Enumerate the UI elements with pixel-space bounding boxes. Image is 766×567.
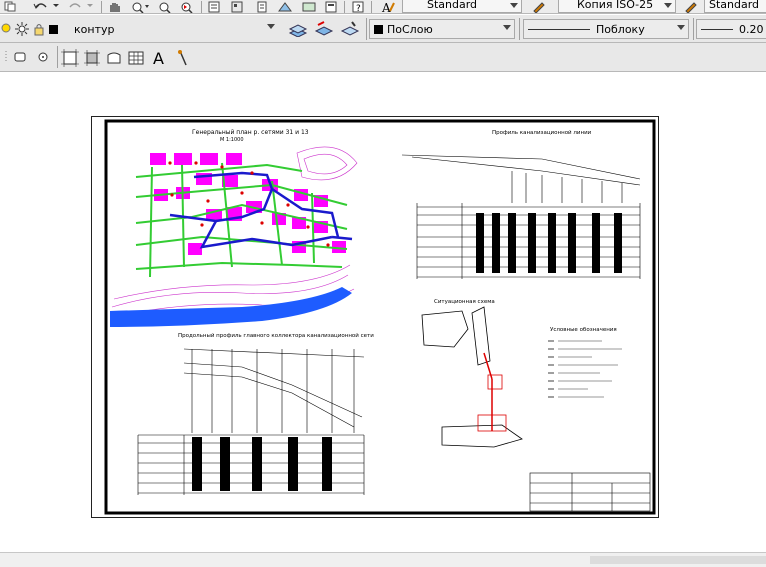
dim-style-select[interactable]: Копия ISO-25 xyxy=(558,0,676,13)
layer-value: контур xyxy=(74,22,115,36)
region-icon[interactable] xyxy=(34,48,52,66)
zoom-window-icon[interactable] xyxy=(155,0,175,13)
sheet-set-icon[interactable] xyxy=(276,0,294,13)
boundary-icon[interactable] xyxy=(104,48,124,68)
layer-walk-icon[interactable] xyxy=(338,19,362,39)
title-block xyxy=(529,472,651,512)
drawing-content: Генеральный план р. сетями 31 и 13 М 1:1… xyxy=(104,119,656,515)
lineweight-select[interactable]: 0.20 м xyxy=(696,19,766,39)
redo-icon[interactable] xyxy=(66,0,96,13)
text-style-select[interactable]: Standard xyxy=(402,0,522,13)
zoom-realtime-icon[interactable] xyxy=(128,0,152,13)
linetype-select[interactable]: Поблоку xyxy=(523,19,689,39)
copy-icon[interactable] xyxy=(2,0,18,13)
profile-title: Профиль канализационной линии xyxy=(492,129,592,136)
toolbar-draw-tools: A xyxy=(0,43,766,72)
text-style-icon[interactable]: A xyxy=(378,0,398,13)
help-icon[interactable]: ? xyxy=(350,0,366,13)
block-insert-icon[interactable] xyxy=(60,48,80,68)
lock-icon[interactable] xyxy=(31,20,47,38)
table-style-value: Standard xyxy=(709,0,760,11)
color-value: ПоСлою xyxy=(387,22,433,36)
properties-icon[interactable] xyxy=(206,0,222,13)
profile-canvas xyxy=(401,154,641,279)
table-style-select[interactable]: Standard xyxy=(704,0,766,13)
separator xyxy=(371,1,372,13)
markup-set-icon[interactable] xyxy=(300,0,318,13)
lineweight-value: 0.20 м xyxy=(739,22,766,36)
dim-style-value: Копия ISO-25 xyxy=(577,0,654,11)
legend-items xyxy=(548,340,622,398)
plan-scale: М 1:1000 xyxy=(220,137,244,143)
svg-text:A: A xyxy=(153,49,164,67)
svg-text:A: A xyxy=(381,1,391,13)
toolbar-layers: контур ПоСлою Поблоку 0.20 м xyxy=(0,15,766,43)
multiline-text-icon[interactable]: A xyxy=(150,48,170,68)
scroll-track[interactable] xyxy=(590,556,766,564)
zoom-previous-icon[interactable] xyxy=(177,0,197,13)
separator xyxy=(693,18,694,40)
drawing-sheet: Генеральный план р. сетями 31 и 13 М 1:1… xyxy=(91,116,659,518)
layer-states-icon[interactable] xyxy=(286,19,310,39)
profile-dots xyxy=(476,213,622,273)
linetype-sample-icon xyxy=(528,28,590,30)
separator xyxy=(344,1,345,13)
river xyxy=(110,287,352,327)
hatch-icon[interactable] xyxy=(12,48,30,66)
long-profile-title: Продольный профиль главного коллектора к… xyxy=(178,332,374,339)
sun-icon[interactable] xyxy=(14,20,30,38)
separator xyxy=(366,18,367,40)
separator xyxy=(57,46,58,68)
lineweight-sample-icon xyxy=(701,28,733,30)
plan-title: Генеральный план р. сетями 31 и 13 xyxy=(192,129,309,136)
model-layout-tabs xyxy=(0,552,766,567)
layer-color-swatch-icon[interactable] xyxy=(47,20,61,38)
dim-style-icon[interactable] xyxy=(530,0,554,13)
color-select[interactable]: ПоСлою xyxy=(369,19,515,39)
add-selected-icon[interactable] xyxy=(174,48,192,68)
situation-scheme xyxy=(421,306,523,448)
layer-select[interactable]: контур xyxy=(60,19,278,39)
design-center-icon[interactable] xyxy=(229,0,245,13)
table-style-icon[interactable] xyxy=(682,0,704,13)
svg-text:?: ? xyxy=(356,4,361,13)
separator xyxy=(101,1,102,13)
drawing-canvas[interactable]: Генеральный план р. сетями 31 и 13 М 1:1… xyxy=(0,72,766,552)
layer-previous-icon[interactable] xyxy=(312,19,336,39)
tool-palettes-icon[interactable] xyxy=(254,0,270,13)
pan-hand-icon[interactable] xyxy=(106,0,124,13)
make-block-icon[interactable] xyxy=(82,48,102,68)
text-style-value: Standard xyxy=(427,0,478,11)
toolbar-standard: ? A Standard Копия ISO-25 Standard xyxy=(0,0,766,14)
calculator-icon[interactable] xyxy=(322,0,340,13)
situation-title: Ситуационная схема xyxy=(434,299,495,305)
separator xyxy=(201,1,202,13)
legend-title: Условные обозначения xyxy=(550,327,617,333)
separator xyxy=(519,18,520,40)
table-icon[interactable] xyxy=(126,48,146,68)
color-swatch-icon xyxy=(374,24,383,34)
linetype-value: Поблоку xyxy=(596,22,645,36)
undo-icon[interactable] xyxy=(32,0,62,13)
